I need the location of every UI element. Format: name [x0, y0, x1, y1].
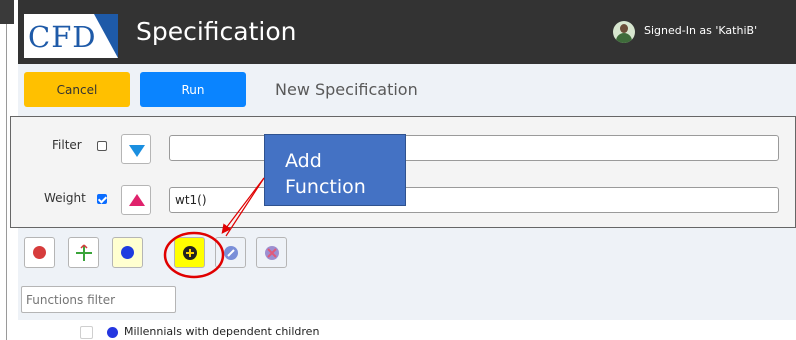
weight-input[interactable] — [169, 187, 779, 213]
weight-label: Weight — [44, 191, 86, 205]
list-item-checkbox[interactable] — [80, 326, 93, 339]
functions-filter-input[interactable] — [21, 286, 176, 313]
blue-circle-icon — [107, 327, 118, 338]
cancel-button[interactable]: Cancel — [24, 72, 130, 107]
cfd-logo: CFD — [24, 14, 118, 58]
action-toolbar: Cancel Run New Specification — [18, 64, 796, 116]
filter-input[interactable] — [169, 135, 779, 161]
callout-line-1: Add — [285, 150, 322, 172]
weight-checkbox[interactable] — [97, 194, 107, 204]
triangle-down-icon — [129, 145, 145, 157]
callout-line-2: Function — [285, 176, 366, 198]
add-function-callout: Add Function — [264, 134, 406, 206]
logo-triangle — [94, 14, 118, 58]
move-button[interactable] — [68, 237, 99, 268]
app-window: CFD Specification Signed-In as 'KathiB' … — [10, 0, 796, 340]
delete-function-icon — [265, 246, 279, 260]
remove-button[interactable] — [24, 237, 55, 268]
add-function-button[interactable] — [174, 237, 205, 268]
weight-toggle-button[interactable] — [121, 185, 151, 215]
list-item-label: Millennials with dependent children — [124, 325, 320, 338]
signed-in-label: Signed-In as 'KathiB' — [644, 24, 758, 37]
move-icon — [76, 244, 92, 261]
edit-function-button[interactable] — [215, 237, 246, 268]
filter-checkbox[interactable] — [97, 141, 107, 151]
remove-icon — [33, 246, 46, 259]
app-header: CFD Specification Signed-In as 'KathiB' — [18, 0, 796, 64]
page-title: Specification — [136, 17, 297, 46]
specification-name: New Specification — [275, 80, 418, 99]
edit-function-icon — [224, 246, 238, 260]
run-button[interactable]: Run — [140, 72, 246, 107]
circle-button[interactable] — [112, 237, 143, 268]
filter-label: Filter — [52, 138, 82, 152]
triangle-up-icon — [129, 194, 145, 206]
delete-function-button[interactable] — [256, 237, 287, 268]
add-function-icon — [183, 246, 197, 260]
user-avatar-icon[interactable] — [613, 21, 635, 43]
list-item[interactable]: Millennials with dependent children — [18, 320, 796, 340]
circle-icon — [121, 246, 134, 259]
functions-area: Millennials with dependent children — [18, 228, 796, 340]
logo-text: CFD — [28, 20, 97, 54]
filter-toggle-button[interactable] — [121, 134, 151, 164]
